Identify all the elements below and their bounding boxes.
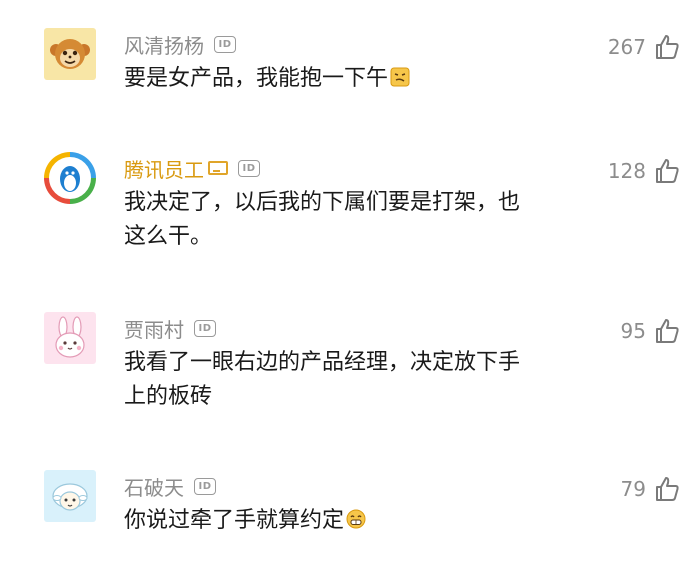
id-badge: ID [214,35,236,53]
thumbs-up-icon[interactable] [652,32,682,62]
like-area[interactable]: 128 [608,154,682,188]
sly-face-emoji-icon [390,67,410,87]
like-area[interactable]: 267 [608,30,682,64]
comment-text: 你说过牵了手就算约定 [124,504,564,538]
grin-emoji-icon [346,509,366,529]
avatar[interactable] [44,28,96,80]
comment-text: 我看了一眼右边的产品经理，决定放下手 上的板砖 [124,350,521,409]
avatar[interactable] [44,312,96,364]
rabbit-avatar-icon [44,312,96,364]
sheep-avatar-icon [44,470,96,522]
username[interactable]: 贾雨村 [124,314,184,343]
avatar[interactable] [44,152,96,204]
like-area[interactable]: 95 [621,314,682,348]
monkey-avatar-icon [44,28,96,80]
id-badge: ID [194,319,216,337]
staff-badge-icon [208,161,228,175]
thumbs-up-icon[interactable] [652,474,682,504]
avatar[interactable] [44,470,96,522]
comment-text: 要是女产品，我能抱一下午 [124,62,564,96]
like-count: 267 [607,35,646,59]
like-count: 128 [607,159,646,183]
username[interactable]: 风清扬杨 [124,30,204,59]
qq-penguin-avatar-icon [44,152,96,204]
username[interactable]: 腾讯员工 [124,154,204,183]
thumbs-up-icon[interactable] [652,156,682,186]
id-badge: ID [238,159,260,177]
comment-text: 我决定了，以后我的下属们要是打架，也 这么干。 [124,190,521,249]
like-count: 95 [620,319,646,343]
thumbs-up-icon[interactable] [652,316,682,346]
id-badge: ID [194,477,216,495]
username[interactable]: 石破天 [124,472,184,501]
like-count: 79 [620,477,646,501]
like-area[interactable]: 79 [621,472,682,506]
